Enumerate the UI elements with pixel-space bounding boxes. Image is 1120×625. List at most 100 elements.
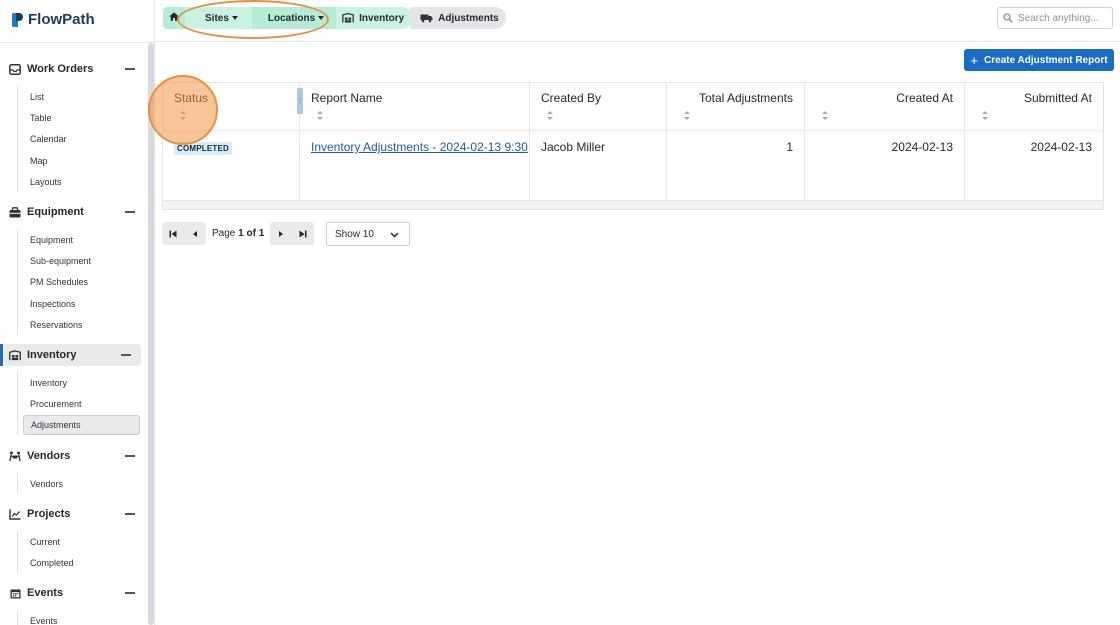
collapse-icon[interactable] — [125, 592, 135, 594]
column-header-label: Created At — [896, 91, 953, 105]
toolbox-icon — [9, 206, 21, 218]
sidebar-item-adjustments[interactable]: Adjustments — [23, 414, 140, 435]
breadcrumb-adjustments[interactable]: Adjustments — [410, 7, 506, 29]
sidebar-submenu: Vendors — [17, 473, 145, 495]
search-placeholder: Search anything... — [1018, 12, 1099, 24]
collapse-icon[interactable] — [125, 513, 135, 515]
caret-down-icon — [318, 16, 325, 20]
collapse-icon[interactable] — [125, 455, 135, 457]
column-header-created-at[interactable]: Created At — [805, 83, 965, 129]
sidebar-item-list[interactable]: List — [18, 86, 145, 107]
breadcrumb-locations[interactable]: Locations — [251, 7, 337, 29]
sort-icon[interactable] — [180, 111, 187, 120]
sidebar-item-equipment[interactable]: Equipment — [0, 201, 145, 223]
column-header-created-by[interactable]: Created By — [530, 83, 667, 129]
sort-icon[interactable] — [547, 111, 554, 120]
sidebar-item-work-orders[interactable]: Work Orders — [0, 58, 145, 80]
sidebar-item-events[interactable]: Events — [0, 582, 145, 604]
sidebar-section-projects: Projects Current Completed — [0, 503, 145, 574]
calendar-icon — [9, 587, 21, 599]
sidebar-section-label: Inventory — [27, 349, 77, 361]
sort-icon[interactable] — [982, 111, 989, 120]
next-page-button[interactable] — [270, 222, 293, 245]
collapse-icon[interactable] — [125, 68, 135, 70]
sidebar-item-vendors-list[interactable]: Vendors — [18, 473, 145, 494]
sidebar-section-label: Work Orders — [27, 63, 94, 75]
sidebar-submenu: Events — [17, 610, 145, 625]
sidebar-item-sub-equipment[interactable]: Sub-equipment — [18, 250, 145, 271]
page-indicator: Page 1 of 1 — [206, 228, 270, 239]
breadcrumb-inventory-label: Inventory — [359, 12, 405, 24]
sidebar-item-inspections[interactable]: Inspections — [18, 293, 145, 314]
warehouse-icon — [342, 13, 354, 23]
sidebar-item-equipment-list[interactable]: Equipment — [18, 229, 145, 250]
page-of: of — [246, 228, 256, 239]
column-header-submitted-at[interactable]: Submitted At — [965, 83, 1103, 129]
warehouse-icon — [9, 349, 21, 361]
column-header-label: Report Name — [311, 91, 383, 105]
inbox-icon — [9, 63, 21, 75]
first-page-button[interactable] — [162, 222, 184, 245]
sidebar-item-pm-schedules[interactable]: PM Schedules — [18, 272, 145, 293]
app-logo[interactable]: FlowPath — [12, 11, 95, 28]
sidebar-item-current[interactable]: Current — [18, 531, 145, 552]
collapse-icon[interactable] — [121, 354, 131, 356]
sidebar-scrollbar[interactable] — [148, 43, 154, 625]
sidebar-section-label: Projects — [27, 508, 71, 520]
adjustments-table: Status ⋮ Report Name Created By Total Ad… — [162, 82, 1104, 210]
sidebar-section-equipment: Equipment Equipment Sub-equipment PM Sch… — [0, 201, 145, 336]
sidebar-item-completed[interactable]: Completed — [18, 552, 145, 573]
sidebar-item-reservations[interactable]: Reservations — [18, 314, 145, 335]
sidebar-item-projects[interactable]: Projects — [0, 503, 145, 525]
status-badge: COMPLETED — [174, 142, 233, 155]
plus-icon: + — [970, 52, 979, 68]
breadcrumb-home[interactable] — [163, 7, 185, 29]
page-size-select[interactable]: Show 10 — [326, 222, 410, 246]
sort-icon[interactable] — [822, 111, 829, 120]
sidebar-submenu: List Table Calendar Map Layouts — [17, 86, 145, 193]
sidebar-item-procurement[interactable]: Procurement — [18, 393, 145, 414]
column-header-total-adjustments[interactable]: Total Adjustments — [667, 83, 805, 129]
table-row[interactable]: COMPLETED Inventory Adjustments - 2024-0… — [163, 129, 1103, 200]
sidebar-item-calendar[interactable]: Calendar — [18, 129, 145, 150]
table-header: Status ⋮ Report Name Created By Total Ad… — [163, 83, 1103, 129]
pagination: Page 1 of 1 — [162, 222, 315, 245]
breadcrumb-sites[interactable]: Sites — [185, 7, 252, 29]
column-header-label: Total Adjustments — [698, 91, 793, 105]
sort-icon[interactable] — [684, 111, 691, 120]
cell-status: COMPLETED — [163, 129, 300, 200]
breadcrumb-locations-label: Locations — [267, 12, 316, 24]
top-bar: Sites Locations Inventory Adjustments Se… — [155, 0, 1120, 42]
column-header-label: Status — [174, 91, 209, 105]
people-carry-icon — [9, 450, 21, 462]
column-header-status[interactable]: Status ⋮ — [163, 83, 304, 129]
sidebar-item-inventory[interactable]: Inventory — [0, 344, 141, 366]
sidebar-item-vendors[interactable]: Vendors — [0, 445, 145, 467]
sidebar-submenu: Inventory Procurement Adjustments — [17, 372, 145, 435]
last-page-button[interactable] — [292, 222, 315, 245]
breadcrumb-inventory[interactable]: Inventory — [336, 7, 413, 29]
sidebar-item-table[interactable]: Table — [18, 107, 145, 128]
page-prefix: Page — [212, 228, 236, 239]
column-header-report-name[interactable]: Report Name — [300, 83, 530, 129]
sidebar-item-layouts[interactable]: Layouts — [18, 171, 145, 192]
caret-down-icon — [231, 16, 238, 20]
sidebar: FlowPath Work Orders List Table Calendar… — [0, 0, 155, 625]
collapse-icon[interactable] — [125, 211, 135, 213]
create-button-label: Create Adjustment Report — [984, 54, 1108, 66]
sort-icon[interactable] — [317, 111, 324, 120]
previous-page-icon — [192, 227, 198, 241]
create-adjustment-report-button[interactable]: + Create Adjustment Report — [964, 49, 1114, 71]
previous-page-button[interactable] — [184, 222, 206, 245]
sidebar-section-label: Events — [27, 587, 64, 599]
sidebar-item-events-list[interactable]: Events — [18, 610, 145, 625]
sidebar-submenu: Equipment Sub-equipment PM Schedules Ins… — [17, 229, 145, 336]
column-header-label: Submitted At — [1023, 91, 1092, 105]
sidebar-item-inventory-list[interactable]: Inventory — [18, 372, 145, 393]
report-name-link[interactable]: Inventory Adjustments - 2024-02-13 9:30 — [311, 140, 528, 154]
sidebar-item-map[interactable]: Map — [18, 150, 145, 171]
last-page-icon — [299, 227, 307, 241]
search-input[interactable]: Search anything... — [997, 7, 1113, 29]
cell-total-adjustments: 1 — [667, 129, 805, 200]
sidebar-section-label: Equipment — [27, 206, 84, 218]
